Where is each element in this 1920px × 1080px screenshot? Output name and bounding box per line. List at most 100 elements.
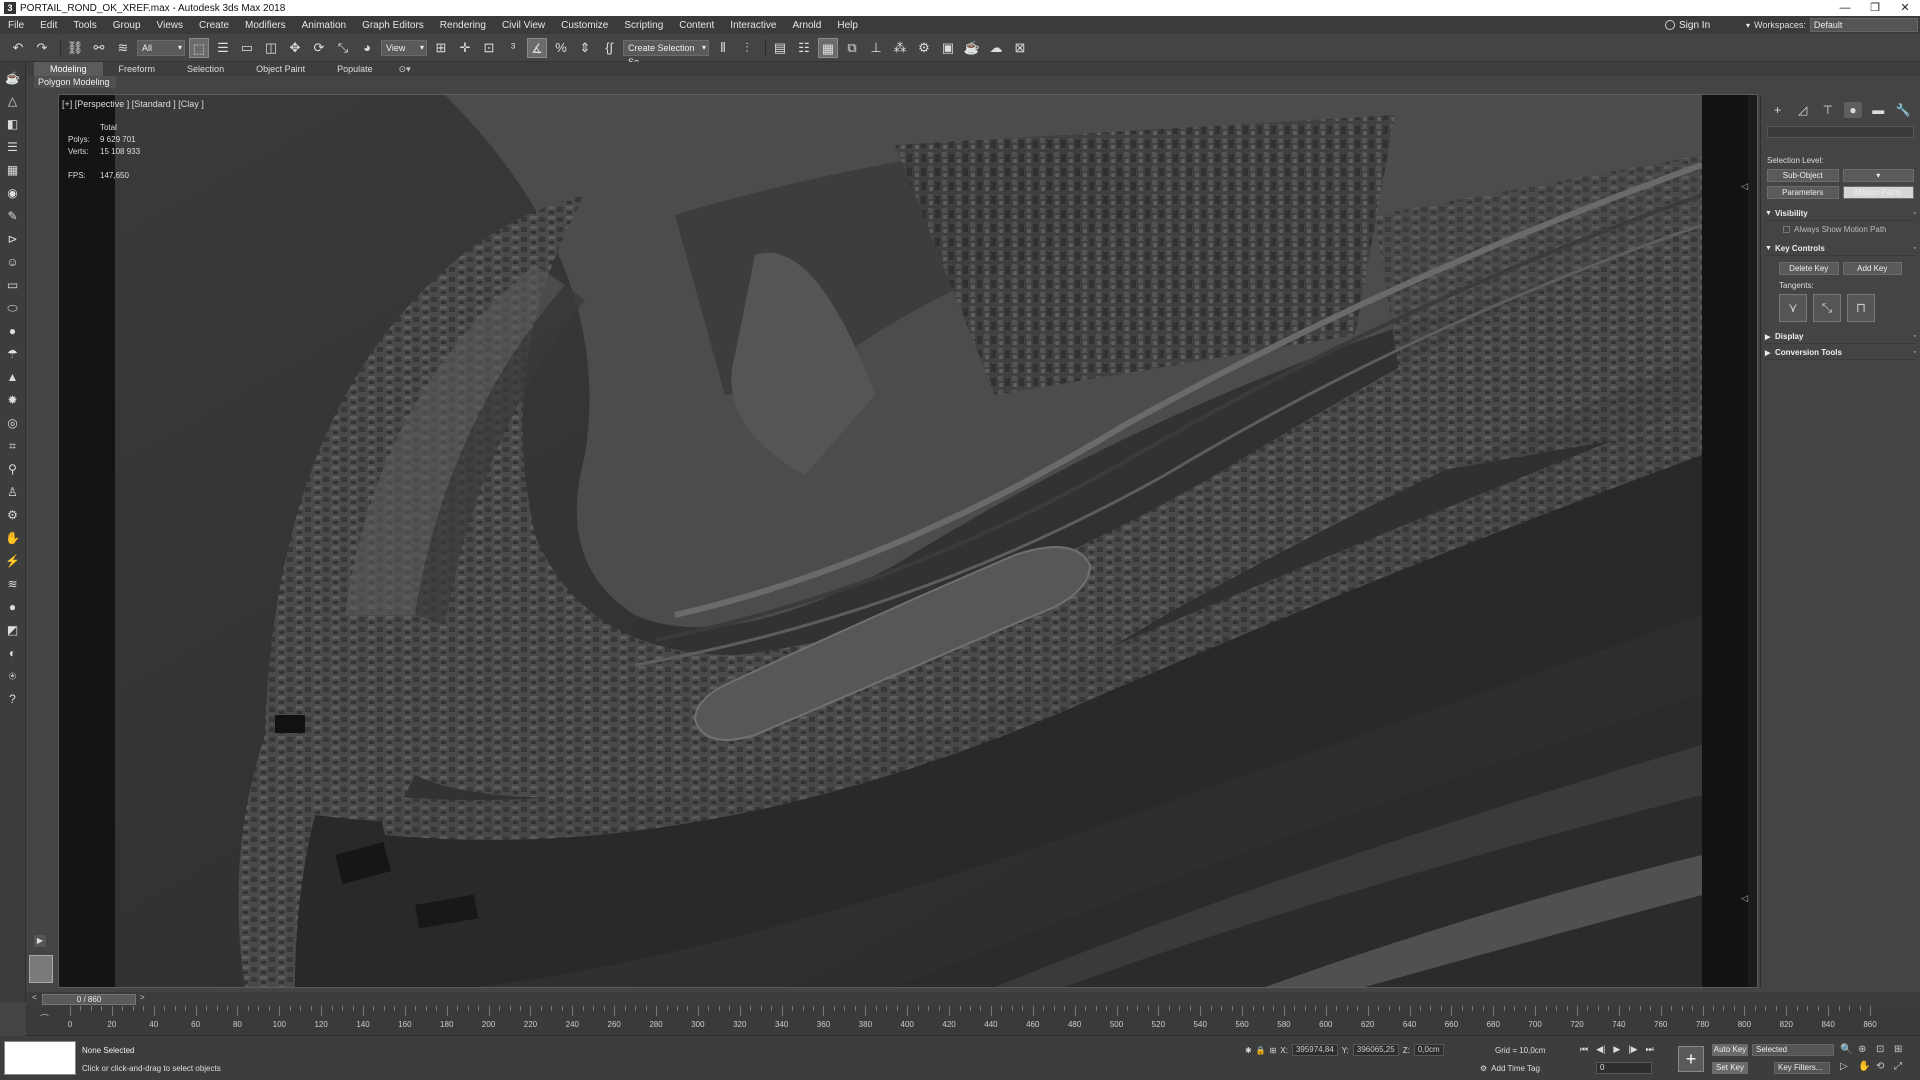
menu-edit[interactable]: Edit xyxy=(32,20,65,31)
mirror-icon[interactable]: ⫴ xyxy=(713,38,733,58)
visibility-rollout-header[interactable]: ▼ Visibility ▪ xyxy=(1765,207,1916,221)
edit-named-selection-icon[interactable]: {ʃ xyxy=(599,38,619,58)
menu-create[interactable]: Create xyxy=(191,20,237,31)
dot-icon[interactable]: ● xyxy=(5,599,21,615)
camera-icon[interactable]: ◉ xyxy=(5,185,21,201)
scene-explorer-icon[interactable]: ▤ xyxy=(770,38,790,58)
absolute-mode-icon[interactable]: ⊞ xyxy=(1270,1046,1277,1055)
lamp-icon[interactable]: ☂ xyxy=(5,346,21,362)
ellipse-icon[interactable]: ⬭ xyxy=(5,300,21,316)
open-mini-curve-editor-icon[interactable]: ⌒ xyxy=(40,1012,49,1025)
create-cone-icon[interactable]: △ xyxy=(5,93,21,109)
conversion-tools-rollout-header[interactable]: ▶ Conversion Tools ▪ xyxy=(1765,346,1916,360)
maxscript-listener[interactable] xyxy=(4,1041,76,1075)
material-editor-icon[interactable]: ⁂ xyxy=(890,38,910,58)
autodesk-a360-icon[interactable]: ⊠ xyxy=(1010,38,1030,58)
ribbon-panel-polygon-modeling[interactable]: Polygon Modeling xyxy=(34,76,116,88)
rectangular-selection-icon[interactable]: ▭ xyxy=(237,38,257,58)
redo-icon[interactable]: ↷ xyxy=(32,38,52,58)
rollout-menu-icon[interactable]: ▪ xyxy=(1914,333,1916,340)
rendered-frame-window-icon[interactable]: ▣ xyxy=(938,38,958,58)
utilities-tab-icon[interactable]: 🔧 xyxy=(1894,102,1912,118)
menu-graph-editors[interactable]: Graph Editors xyxy=(354,20,432,31)
circle-icon[interactable]: ◎ xyxy=(5,415,21,431)
run-icon[interactable]: ⚡ xyxy=(5,553,21,569)
window-crossing-icon[interactable]: ◫ xyxy=(261,38,281,58)
help-icon[interactable]: ? xyxy=(5,691,21,707)
motion-paths-button[interactable]: Motion Paths xyxy=(1842,186,1914,199)
hand-icon[interactable]: ✋ xyxy=(5,530,21,546)
reference-coordinate-dropdown[interactable]: View xyxy=(381,39,427,56)
menu-views[interactable]: Views xyxy=(149,20,192,31)
angle-snap-icon[interactable]: ∡ xyxy=(527,37,547,58)
shade-icon[interactable]: ◐ xyxy=(5,645,21,661)
motion-tab-icon[interactable]: ● xyxy=(1844,102,1863,118)
play-icon[interactable]: ▶ xyxy=(34,935,46,947)
figure-icon[interactable]: ♙ xyxy=(5,484,21,500)
menu-animation[interactable]: Animation xyxy=(294,20,354,31)
next-frame-icon[interactable]: > xyxy=(140,993,145,1002)
isolate-icon[interactable]: ✱ xyxy=(1245,1046,1252,1055)
go-to-start-icon[interactable]: ⏮ xyxy=(1580,1044,1588,1055)
time-slider[interactable]: 0 / 860 xyxy=(42,994,136,1005)
set-key-button[interactable]: Set Key xyxy=(1712,1062,1748,1074)
bone-icon[interactable]: ⚲ xyxy=(5,461,21,477)
menu-interactive[interactable]: Interactive xyxy=(722,20,784,31)
unlink-icon[interactable]: ⚯ xyxy=(89,38,109,58)
key-selection-set-dropdown[interactable]: Selected xyxy=(1752,1044,1834,1056)
lock-selection-icon[interactable]: 🔒 xyxy=(1256,1046,1266,1055)
previous-key-icon[interactable]: ◀| xyxy=(1596,1044,1605,1055)
container-icon[interactable]: ▭ xyxy=(5,277,21,293)
menu-group[interactable]: Group xyxy=(105,20,149,31)
key-controls-rollout-header[interactable]: ▼ Key Controls ▪ xyxy=(1765,242,1916,256)
menu-arnold[interactable]: Arnold xyxy=(784,20,829,31)
menu-content[interactable]: Content xyxy=(671,20,722,31)
tangent-linear-icon[interactable]: ⤡ xyxy=(1813,294,1841,322)
link-icon[interactable]: ⛓ xyxy=(65,38,85,58)
maximize-icon[interactable]: ❐ xyxy=(1860,0,1890,16)
panel-collapse-icon[interactable]: ◁ xyxy=(1741,893,1748,904)
viewport-label-menu[interactable]: [+] [Perspective ] [Standard ] [Clay ] xyxy=(62,99,204,109)
create-teapot-icon[interactable]: ☕ xyxy=(5,70,21,86)
tab-object-paint[interactable]: Object Paint xyxy=(240,62,321,76)
rollout-menu-icon[interactable]: ▪ xyxy=(1914,245,1916,252)
zoom-all-icon[interactable]: ⊕ xyxy=(1858,1044,1876,1055)
previous-frame-icon[interactable]: < xyxy=(32,993,37,1002)
brush-icon[interactable]: ✎ xyxy=(5,208,21,224)
hierarchy-icon[interactable]: ⊳ xyxy=(5,231,21,247)
display-rollout-header[interactable]: ▶ Display ▪ xyxy=(1765,330,1916,344)
align-icon[interactable]: ⫶ xyxy=(737,38,757,58)
current-frame-field[interactable]: 0 xyxy=(1596,1062,1652,1074)
y-coordinate-field[interactable]: 396065,25 xyxy=(1352,1044,1399,1056)
grid-icon[interactable]: ⌗ xyxy=(5,438,21,454)
layer-list-icon[interactable]: ▦ xyxy=(5,162,21,178)
orbit-icon[interactable]: ⟲ xyxy=(1876,1061,1894,1072)
render-production-icon[interactable]: ☕ xyxy=(962,38,982,58)
spinner-snap-icon[interactable]: ⇕ xyxy=(575,38,595,58)
render-in-cloud-icon[interactable]: ☁ xyxy=(986,38,1006,58)
select-rotate-icon[interactable]: ⟳ xyxy=(309,38,329,58)
parameters-button[interactable]: Parameters xyxy=(1767,186,1839,199)
go-to-end-icon[interactable]: ⏭ xyxy=(1646,1044,1654,1055)
track-bar[interactable]: ⌒ 0 20 40 60 80 100 120 140 160 180 200 220 240 260 28… xyxy=(26,1006,1920,1036)
add-key-button[interactable]: Add Key xyxy=(1842,262,1902,275)
z-coordinate-field[interactable]: 0,0cm xyxy=(1413,1044,1444,1056)
minimize-icon[interactable]: — xyxy=(1830,0,1860,16)
named-selection-set-dropdown[interactable]: Create Selection Se xyxy=(623,39,709,67)
curve-editor-icon[interactable]: ⧉ xyxy=(842,38,862,58)
set-keys-icon[interactable]: + xyxy=(1678,1046,1704,1072)
next-key-icon[interactable]: |▶ xyxy=(1628,1044,1637,1055)
place-icon[interactable]: ◕ xyxy=(357,38,377,58)
add-time-tag[interactable]: ⚙ Add Time Tag xyxy=(1480,1064,1540,1073)
sun-icon[interactable]: ✹ xyxy=(5,392,21,408)
menu-file[interactable]: File xyxy=(0,20,32,31)
play-icon[interactable]: ▶ xyxy=(1613,1044,1620,1055)
object-name-field[interactable] xyxy=(1767,126,1914,138)
maximize-viewport-icon[interactable]: ⤢ xyxy=(1894,1061,1912,1072)
menu-rendering[interactable]: Rendering xyxy=(432,20,494,31)
x-coordinate-field[interactable]: 395974,84 xyxy=(1291,1044,1338,1056)
cone-icon[interactable]: ▲ xyxy=(5,369,21,385)
sphere-icon[interactable]: ● xyxy=(5,323,21,339)
wind-icon[interactable]: ≋ xyxy=(5,576,21,592)
select-by-name-icon[interactable]: ☰ xyxy=(213,38,233,58)
